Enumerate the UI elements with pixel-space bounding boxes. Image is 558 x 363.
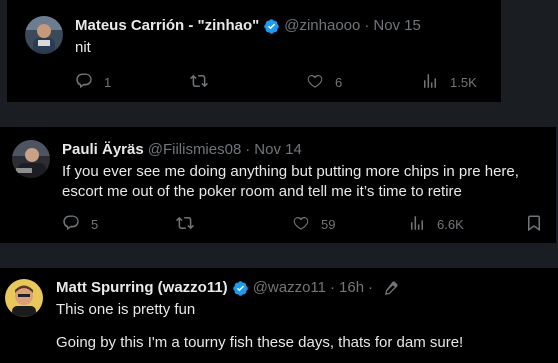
views-button[interactable]: 1.5K: [421, 72, 477, 93]
retweet-button[interactable]: [190, 72, 208, 93]
author-name[interactable]: Matt Spurring (wazzo11): [56, 278, 228, 298]
like-icon: [292, 214, 310, 235]
author-handle[interactable]: @zinhaooo: [284, 16, 360, 36]
reply-button[interactable]: 5: [62, 214, 98, 235]
reply-button[interactable]: 1: [75, 72, 111, 93]
tweet-text-line: If you ever see me doing anything but pu…: [62, 163, 519, 180]
like-button[interactable]: 6: [306, 72, 342, 93]
separator-dot: ·: [330, 279, 336, 296]
reply-icon: [62, 214, 80, 235]
tweet-header: Mateus Carrión - "zinhao" @zinhaooo · No…: [75, 16, 421, 36]
tweet-card[interactable]: Mateus Carrión - "zinhao" @zinhaooo · No…: [7, 0, 501, 102]
tweet-text: nit: [75, 38, 91, 58]
retweet-icon: [190, 72, 208, 93]
avatar[interactable]: [25, 16, 63, 54]
like-count: 6: [335, 75, 343, 90]
reply-icon: [75, 72, 93, 93]
tweet-date[interactable]: 16h: [339, 278, 364, 298]
separator-dot: ·: [245, 141, 251, 158]
like-button[interactable]: 59: [292, 214, 335, 235]
tweet-text: This one is pretty fun Going by this I'm…: [56, 300, 463, 353]
tweet-text-line: nit: [75, 39, 91, 56]
separator-dot: ·: [364, 17, 370, 34]
bookmark-icon: [525, 214, 543, 235]
tweet-text-line: This one is pretty fun: [56, 301, 196, 318]
avatar[interactable]: [5, 279, 43, 317]
retweet-button[interactable]: [176, 214, 194, 235]
like-count: 59: [321, 217, 336, 232]
retweet-icon: [176, 214, 194, 235]
reply-count: 5: [91, 217, 99, 232]
tweet-header: Matt Spurring (wazzo11) @wazzo11 · 16h ·: [56, 278, 399, 298]
tweet-card[interactable]: Matt Spurring (wazzo11) @wazzo11 · 16h ·…: [0, 268, 558, 363]
tweet-date[interactable]: Nov 15: [373, 16, 421, 36]
author-name[interactable]: Pauli Äyräs: [62, 140, 144, 160]
tweet-header: Pauli Äyräs @Fiilismies08 · Nov 14: [62, 140, 302, 160]
tweet-text: If you ever see me doing anything but pu…: [62, 162, 519, 202]
reply-count: 1: [104, 75, 112, 90]
avatar[interactable]: [12, 140, 50, 178]
tweet-card[interactable]: Pauli Äyräs @Fiilismies08 · Nov 14 If yo…: [0, 127, 556, 243]
tweet-text-line: Going by this I'm a tourny fish these da…: [56, 334, 464, 351]
views-button[interactable]: 6.6K: [408, 214, 464, 235]
views-icon: [408, 214, 426, 235]
author-name[interactable]: Mateus Carrión - "zinhao": [75, 16, 259, 36]
verified-badge-icon: [263, 18, 280, 35]
like-icon: [306, 72, 324, 93]
author-handle[interactable]: @Fiilismies08: [148, 140, 242, 160]
author-handle[interactable]: @wazzo11: [253, 278, 326, 298]
bookmark-button[interactable]: [525, 214, 543, 235]
views-icon: [421, 72, 439, 93]
edit-icon[interactable]: [383, 280, 399, 296]
views-count: 1.5K: [450, 75, 477, 90]
verified-badge-icon: [232, 280, 249, 297]
separator-dot: ·: [368, 279, 374, 296]
views-count: 6.6K: [437, 217, 464, 232]
tweet-text-line: escort me out of the poker room and tell…: [62, 183, 462, 200]
tweet-date[interactable]: Nov 14: [254, 140, 302, 160]
